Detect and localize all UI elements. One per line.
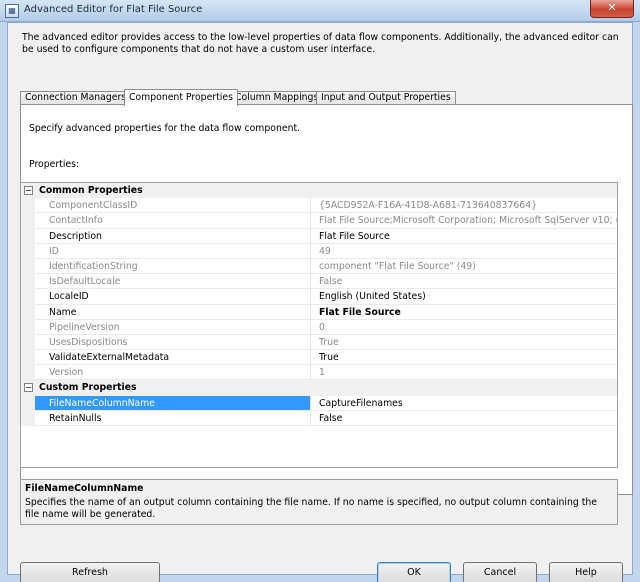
tab-connection-managers[interactable]: Connection Managers [20,91,132,105]
description-title: FileNameColumnName [25,483,144,494]
row-gutter [21,410,35,426]
property-name: PipelineVersion [35,319,311,335]
property-row-contactinfo[interactable]: ContactInfo Flat File Source;Microsoft C… [21,213,617,229]
row-gutter [21,395,35,411]
property-value[interactable]: False [311,411,617,426]
property-grid[interactable]: − Common Properties ComponentClassID {5A… [20,182,618,468]
property-name: IdentificationString [35,258,311,275]
property-row-filenamecolumnname[interactable]: FileNameColumnName CaptureFilenames [21,395,617,411]
property-value: 1 [311,365,617,381]
property-row-usesdispositions[interactable]: UsesDispositions True [21,334,617,351]
property-name: LocaleID [35,289,311,305]
property-name: RetainNulls [35,410,311,426]
property-name: FileNameColumnName [35,395,311,411]
tab-column-mappings[interactable]: Column Mappings [230,91,324,105]
title-bar[interactable]: ▦ Advanced Editor for Flat File Source ✕ [0,0,640,22]
row-gutter [21,258,35,275]
row-gutter [21,319,35,335]
property-value: False [311,274,617,290]
category-label: Common Properties [39,185,143,196]
intro-text: The advanced editor provides access to t… [22,32,619,55]
description-text: Specifies the name of an output column c… [25,497,598,520]
row-gutter [21,274,35,290]
property-name: Description [35,228,311,244]
property-name: ContactInfo [35,213,311,229]
property-row-localeid[interactable]: LocaleID English (United States) [21,289,617,305]
properties-label: Properties: [29,159,80,170]
property-value: True [311,335,617,351]
property-row-description[interactable]: Description Flat File Source [21,228,617,244]
refresh-button[interactable]: Refresh [20,562,160,582]
property-value[interactable]: CaptureFilenames [311,396,617,411]
row-gutter [21,365,35,381]
help-button[interactable]: Help [549,562,623,582]
property-row-name[interactable]: Name Flat File Source [21,304,617,320]
property-name: Version [35,365,311,381]
property-row-retainnulls[interactable]: RetainNulls False [21,410,617,426]
row-gutter [21,304,35,320]
row-gutter [21,334,35,351]
row-gutter [21,350,35,366]
property-row-identificationstring[interactable]: IdentificationString component "Flat Fil… [21,258,617,275]
collapse-icon[interactable]: − [24,186,33,195]
property-name: IsDefaultLocale [35,274,311,290]
property-value: component "Flat File Source" (49) [311,259,617,275]
close-button[interactable]: ✕ [590,0,634,18]
property-value: Flat File Source;Microsoft Corporation; … [311,213,617,229]
property-value: 0 [311,320,617,335]
collapse-icon[interactable]: − [24,383,33,393]
property-value[interactable]: Flat File Source [311,305,617,320]
property-row-pipelineversion[interactable]: PipelineVersion 0 [21,319,617,335]
property-row-id[interactable]: ID 49 [21,243,617,259]
property-row-componentclassid[interactable]: ComponentClassID {5ACD952A-F16A-41D8-A68… [21,198,617,214]
tab-component-properties[interactable]: Component Properties [124,89,238,106]
property-value[interactable]: English (United States) [311,289,617,305]
property-description-panel: FileNameColumnName Specifies the name of… [20,479,618,525]
row-gutter [21,243,35,259]
property-name: UsesDispositions [35,334,311,351]
row-gutter [21,228,35,244]
cancel-button[interactable]: Cancel [463,562,537,582]
property-name: ComponentClassID [35,198,311,214]
property-value[interactable]: Flat File Source [311,229,617,244]
property-name: ID [35,243,311,259]
tab-input-output-properties[interactable]: Input and Output Properties [316,91,456,105]
row-gutter [21,213,35,229]
property-name: ValidateExternalMetadata [35,350,311,366]
property-name: Name [35,304,311,320]
property-value: {5ACD952A-F16A-41D8-A681-713640837664} [311,198,617,214]
window-title: Advanced Editor for Flat File Source [24,4,203,15]
category-common-properties[interactable]: − Common Properties [21,183,617,199]
panel-description: Specify advanced properties for the data… [29,123,301,134]
row-gutter [21,289,35,305]
property-row-validateexternalmetadata[interactable]: ValidateExternalMetadata True [21,350,617,366]
property-value[interactable]: True [311,350,617,366]
advanced-editor-window: ▦ Advanced Editor for Flat File Source ✕… [0,0,640,582]
property-row-version[interactable]: Version 1 [21,365,617,381]
property-value: 49 [311,244,617,259]
window-app-icon: ▦ [5,4,19,18]
category-label: Custom Properties [39,382,137,394]
property-row-isdefaultlocale[interactable]: IsDefaultLocale False [21,274,617,290]
ok-button[interactable]: OK [377,562,451,582]
category-custom-properties[interactable]: − Custom Properties [21,380,617,396]
row-gutter [21,198,35,214]
